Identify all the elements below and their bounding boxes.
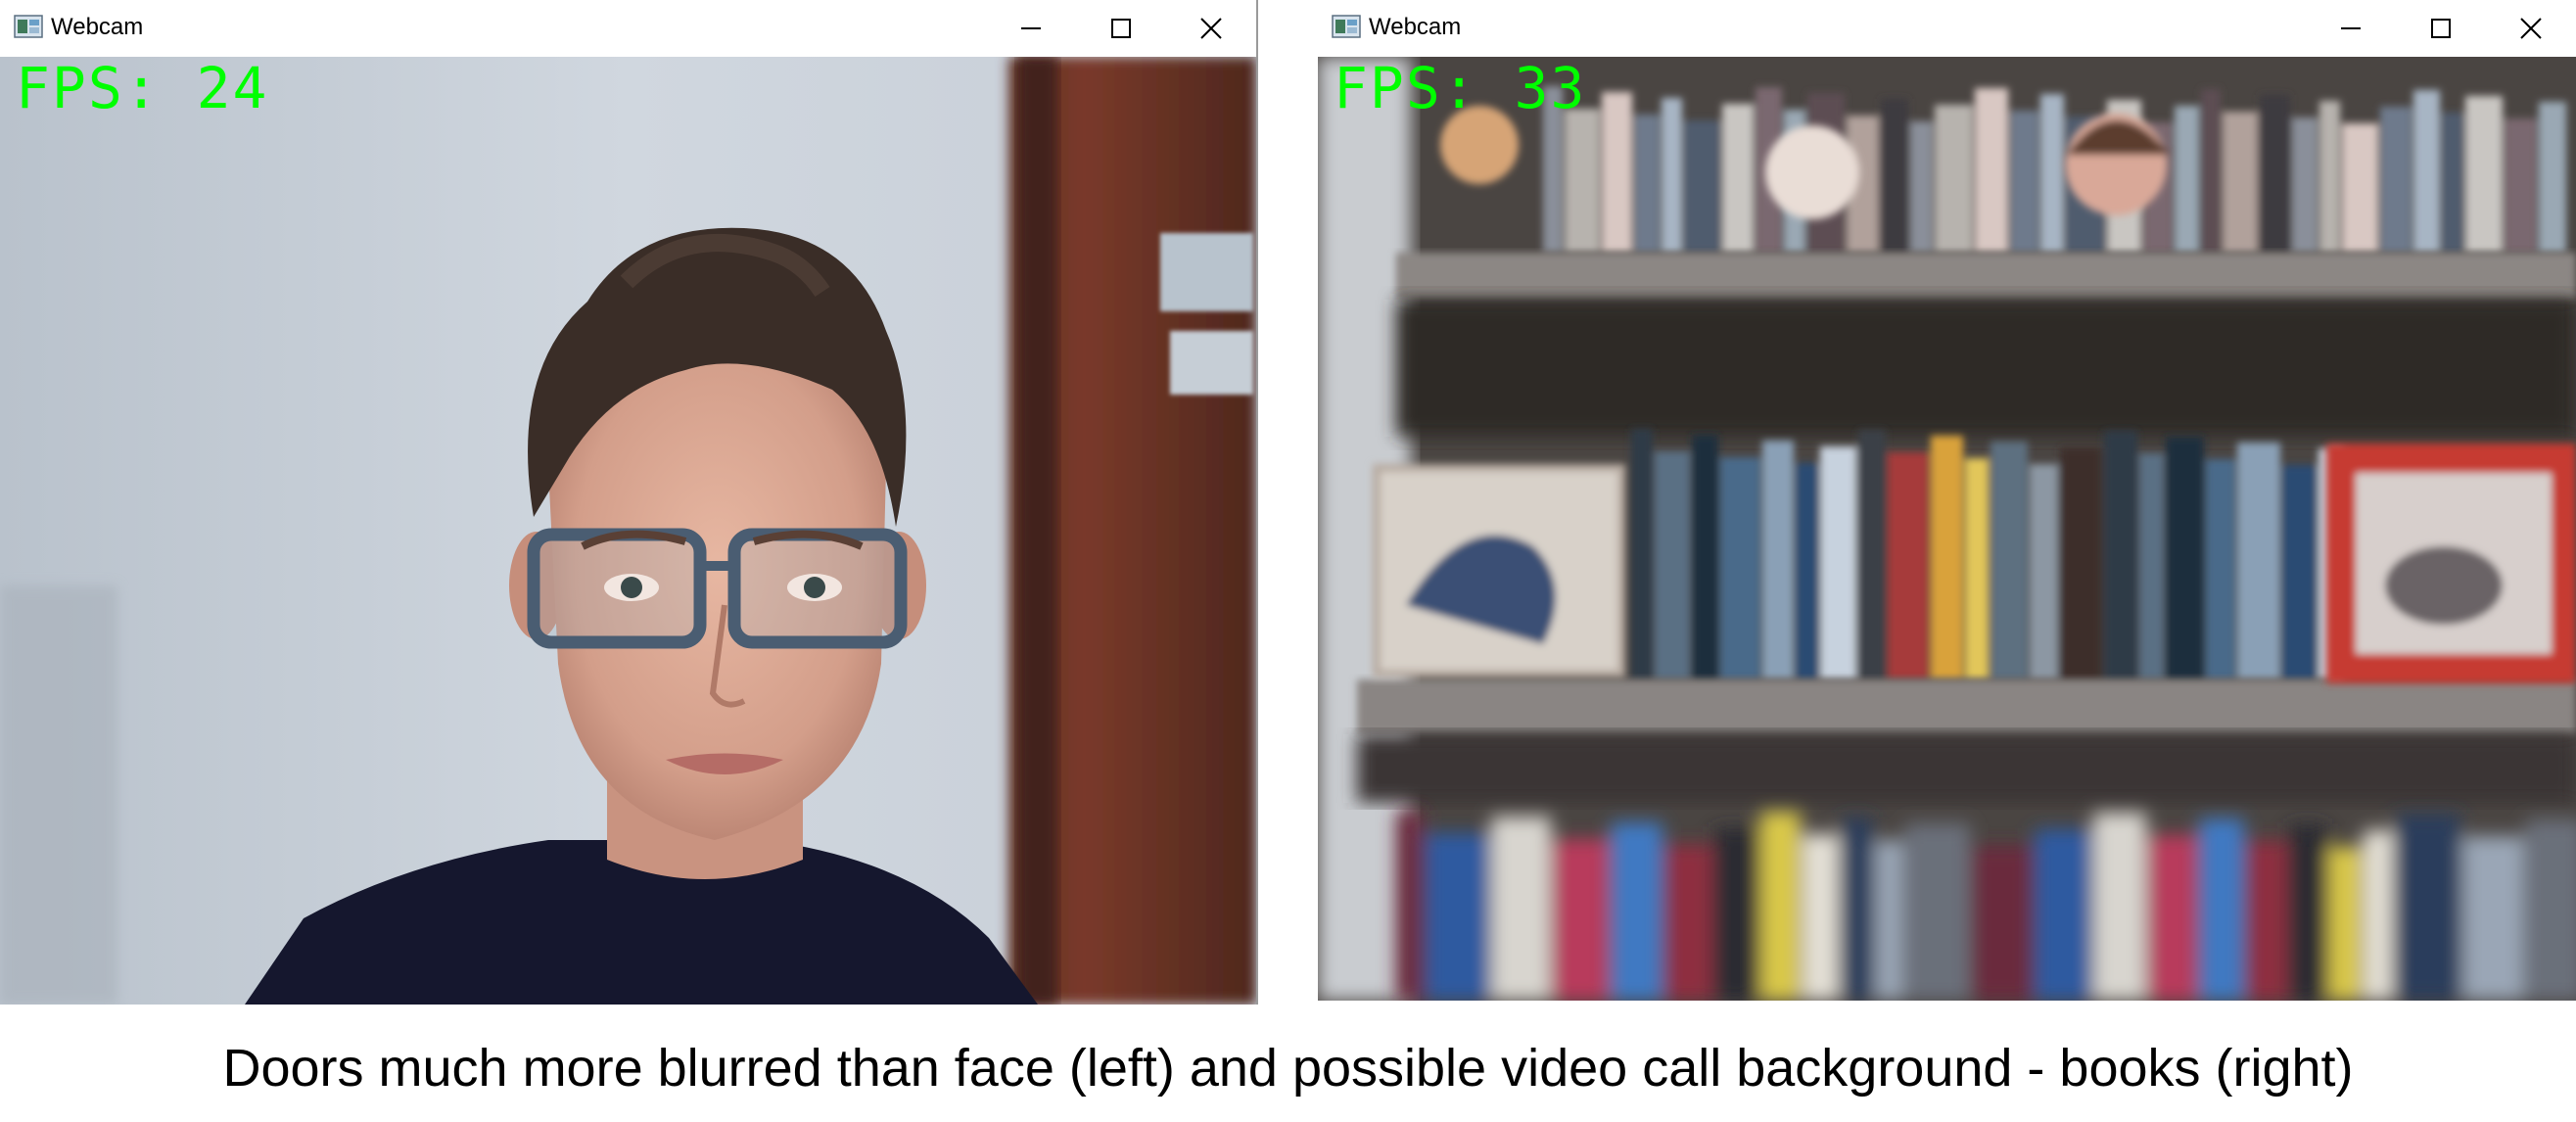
book-spine (1662, 98, 1682, 253)
book-spine (1820, 446, 1856, 679)
book-spine (1935, 105, 1973, 253)
book-spine (2526, 819, 2576, 1001)
book-spine (2035, 829, 2091, 1001)
book-spine (1888, 452, 1929, 679)
title-bar[interactable]: Webcam (1318, 0, 2576, 58)
book-spine (1664, 845, 1712, 1001)
book-spine (1762, 441, 1794, 679)
fps-counter: FPS: 24 (16, 57, 269, 121)
book-spine (2465, 96, 2503, 253)
window-title: Webcam (51, 14, 144, 40)
book-spine (2199, 818, 2244, 1001)
book-spine (2342, 123, 2378, 253)
webcam-video-feed: FPS: 24 (0, 57, 1256, 1005)
book-spine (1720, 457, 1760, 679)
book-spine (2539, 102, 2566, 253)
book-spine (2328, 847, 2362, 1001)
webcam-window-left: Webcam FPS: 24 (0, 0, 1258, 1005)
maximize-icon (2431, 19, 2451, 38)
book-spine (2175, 106, 2199, 253)
book-spine (2395, 814, 2460, 1001)
book-spine (1910, 121, 1933, 253)
book-spine (1931, 436, 1963, 679)
book-spine (1655, 451, 1690, 679)
book-spine (2282, 465, 2317, 679)
book-spine (1841, 818, 1873, 1001)
book-spine (1991, 442, 2028, 679)
book-spine (2030, 464, 2058, 679)
book-spine (2442, 113, 2463, 253)
book-spine (1722, 104, 1754, 253)
book-spine (1760, 812, 1801, 1001)
webcam-frame-face (0, 57, 1256, 1005)
minimize-icon (2341, 27, 2361, 29)
book-spine (1965, 458, 1989, 679)
book-spine (1553, 839, 1609, 1001)
webcam-video-feed: FPS: 33 (1318, 57, 2576, 1001)
figure-caption: Doors much more blurred than face (left)… (222, 1039, 2354, 1098)
book-spine (2260, 95, 2290, 253)
book-spine (1975, 88, 2008, 253)
book-spine (2148, 835, 2197, 1001)
book-spine (2413, 90, 2440, 253)
book-spine (1796, 463, 1818, 679)
book-spine (2166, 437, 2204, 679)
book-spine (2289, 824, 2326, 1001)
book-spine (2505, 118, 2537, 253)
book-spine (1602, 92, 1632, 253)
book-spine (1634, 115, 1660, 253)
book-spine (2139, 453, 2164, 679)
book-spine (1858, 430, 1886, 679)
maximize-button[interactable] (2396, 0, 2486, 57)
webcam-app-icon (1332, 15, 1361, 38)
close-icon (1200, 18, 1222, 39)
minimize-icon (1021, 27, 1041, 29)
title-bar[interactable]: Webcam (0, 0, 1256, 58)
book-spine (1426, 833, 1489, 1001)
book-spine (1491, 817, 1551, 1001)
minimize-button[interactable] (986, 0, 1076, 57)
book-spine (2010, 111, 2038, 253)
book-spine (2237, 443, 2280, 679)
webcam-app-icon (14, 15, 43, 38)
book-spine (2093, 813, 2146, 1001)
close-icon (2520, 18, 2542, 39)
webcam-frame-bookshelf (1318, 57, 2576, 1001)
book-spine (1875, 840, 1903, 1001)
book-spine (1714, 828, 1758, 1001)
book-spine (2380, 107, 2412, 253)
book-spine (1881, 99, 1908, 253)
close-button[interactable] (1166, 0, 1256, 57)
book-spine (1692, 435, 1718, 679)
book-spine (2040, 94, 2064, 253)
book-spine (2206, 459, 2235, 679)
book-spine (1396, 811, 1424, 1001)
book-spine (2223, 112, 2258, 253)
book-spine (1631, 429, 1653, 679)
book-spine (1565, 109, 1600, 253)
close-button[interactable] (2486, 0, 2576, 57)
book-spine (1684, 120, 1720, 253)
book-spine (1905, 823, 1970, 1001)
book-spine (1972, 846, 2033, 1001)
book-spine (2319, 101, 2340, 253)
maximize-button[interactable] (1076, 0, 1166, 57)
book-spine (2246, 841, 2287, 1001)
book-spine (2060, 447, 2102, 679)
book-spine (1803, 834, 1839, 1001)
webcam-window-right: Webcam FPS: 33 (1318, 0, 2576, 1001)
book-spine (2292, 117, 2318, 253)
book-spine (2462, 836, 2524, 1001)
fps-counter: FPS: 33 (1334, 57, 1587, 121)
window-title: Webcam (1369, 14, 1462, 40)
book-spine (2364, 830, 2393, 1001)
minimize-button[interactable] (2306, 0, 2396, 57)
book-spine (2201, 89, 2221, 253)
maximize-icon (1111, 19, 1131, 38)
book-spine (1611, 822, 1663, 1001)
book-spine (2104, 431, 2137, 679)
